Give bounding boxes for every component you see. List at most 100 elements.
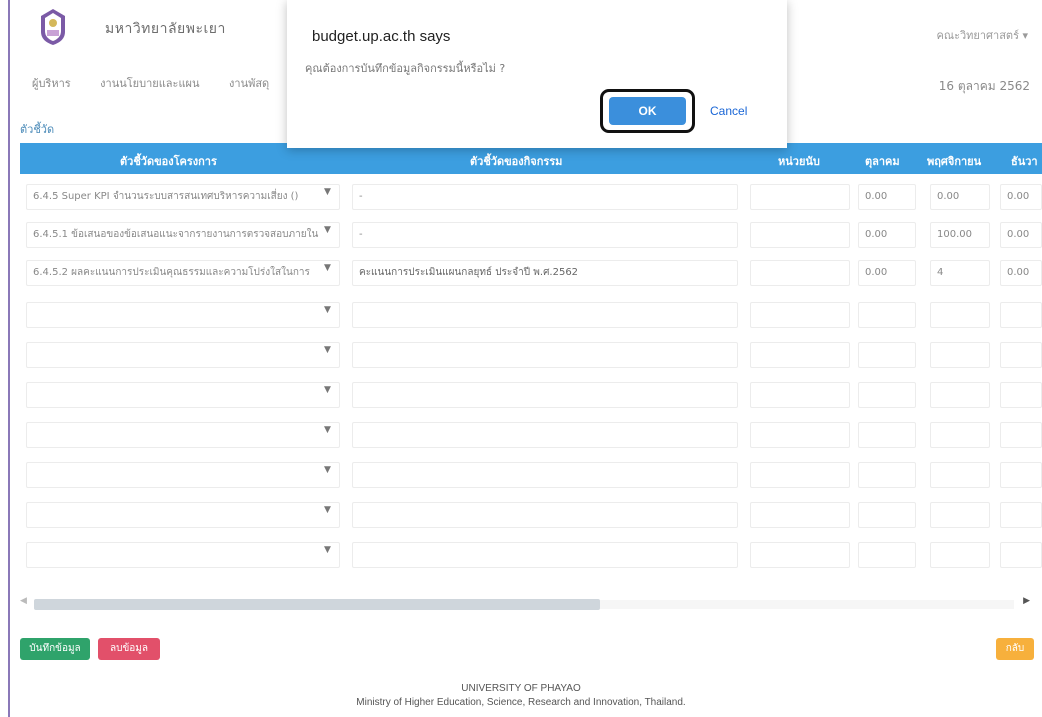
oct-field[interactable] bbox=[858, 422, 916, 448]
cancel-button[interactable]: Cancel bbox=[710, 104, 747, 118]
footer-ministry: Ministry of Higher Education, Science, R… bbox=[356, 697, 686, 708]
chevron-down-icon[interactable]: ▼ bbox=[324, 505, 331, 515]
chevron-down-icon[interactable]: ▼ bbox=[324, 425, 331, 435]
unit-field[interactable] bbox=[750, 542, 850, 568]
dialog-message: คุณต้องการบันทึกข้อมูลกิจกรรมนี้หรือไม่ … bbox=[305, 62, 506, 75]
project-indicator-select[interactable]: 6.4.5 Super KPI จำนวนระบบสารสนเทศบริหารค… bbox=[26, 184, 340, 210]
unit-field[interactable] bbox=[750, 260, 850, 286]
unit-field[interactable] bbox=[750, 382, 850, 408]
activity-indicator-field[interactable]: - bbox=[352, 184, 738, 210]
table-row: ▼ bbox=[20, 498, 1042, 536]
project-indicator-select[interactable] bbox=[26, 502, 340, 528]
horizontal-scrollbar[interactable]: ◀ ▶ bbox=[20, 596, 1030, 612]
chevron-down-icon[interactable]: ▼ bbox=[324, 385, 331, 395]
unit-field[interactable] bbox=[750, 422, 850, 448]
col-nov: พฤศจิกายน bbox=[927, 155, 982, 168]
dec-field[interactable] bbox=[1000, 342, 1042, 368]
oct-field[interactable]: 0.00 bbox=[858, 260, 916, 286]
project-indicator-select[interactable] bbox=[26, 302, 340, 328]
nov-field[interactable] bbox=[930, 302, 990, 328]
nov-field[interactable]: 100.00 bbox=[930, 222, 990, 248]
chevron-down-icon[interactable]: ▼ bbox=[324, 225, 331, 235]
delete-button[interactable]: ลบข้อมูล bbox=[98, 638, 160, 660]
nov-field[interactable] bbox=[930, 422, 990, 448]
dec-field[interactable]: 0.00 bbox=[1000, 184, 1042, 210]
faculty-dropdown[interactable]: คณะวิทยาศาสตร์ ▾ bbox=[937, 26, 1028, 44]
table-row: ▼ bbox=[20, 418, 1042, 456]
scroll-left-icon[interactable]: ◀ bbox=[20, 596, 27, 606]
activity-indicator-field[interactable] bbox=[352, 502, 738, 528]
activity-indicator-field[interactable]: คะแนนการประเมินแผนกลยุทธ์ ประจำปี พ.ศ.25… bbox=[352, 260, 738, 286]
chevron-down-icon[interactable]: ▼ bbox=[324, 305, 331, 315]
activity-indicator-field[interactable] bbox=[352, 382, 738, 408]
dec-field[interactable] bbox=[1000, 382, 1042, 408]
unit-field[interactable] bbox=[750, 502, 850, 528]
project-indicator-select[interactable]: 6.4.5.2 ผลคะแนนการประเมินคุณธรรมและความโ… bbox=[26, 260, 340, 286]
unit-field[interactable] bbox=[750, 184, 850, 210]
chevron-down-icon[interactable]: ▼ bbox=[324, 263, 331, 273]
col-dec: ธันวา bbox=[1011, 155, 1038, 168]
nov-field[interactable]: 4 bbox=[930, 260, 990, 286]
activity-indicator-field[interactable] bbox=[352, 302, 738, 328]
university-name: มหาวิทยาลัยพะเยา bbox=[105, 21, 226, 37]
project-indicator-select[interactable]: 6.4.5.1 ข้อเสนอของข้อเสนอแนะจากรายงานการ… bbox=[26, 222, 340, 248]
project-indicator-select[interactable] bbox=[26, 462, 340, 488]
activity-indicator-field[interactable] bbox=[352, 342, 738, 368]
dec-field[interactable] bbox=[1000, 302, 1042, 328]
nav-item-procurement[interactable]: งานพัสดุ bbox=[229, 77, 269, 90]
scroll-thumb[interactable] bbox=[34, 599, 600, 610]
oct-field[interactable] bbox=[858, 502, 916, 528]
dec-field[interactable] bbox=[1000, 502, 1042, 528]
oct-field[interactable] bbox=[858, 342, 916, 368]
table-row: ▼ bbox=[20, 298, 1042, 336]
unit-field[interactable] bbox=[750, 462, 850, 488]
nav-item-policy-planning[interactable]: งานนโยบายและแผน bbox=[100, 77, 199, 90]
oct-field[interactable]: 0.00 bbox=[858, 222, 916, 248]
project-indicator-select[interactable] bbox=[26, 382, 340, 408]
oct-field[interactable] bbox=[858, 302, 916, 328]
project-indicator-select[interactable] bbox=[26, 422, 340, 448]
project-indicator-select[interactable] bbox=[26, 542, 340, 568]
oct-field[interactable] bbox=[858, 542, 916, 568]
scroll-right-icon[interactable]: ▶ bbox=[1023, 596, 1030, 606]
nav-item-executive[interactable]: ผู้บริหาร bbox=[32, 77, 71, 90]
save-button[interactable]: บันทึกข้อมูล bbox=[20, 638, 90, 660]
activity-indicator-field[interactable] bbox=[352, 422, 738, 448]
chevron-down-icon[interactable]: ▼ bbox=[324, 465, 331, 475]
ok-button[interactable]: OK bbox=[600, 89, 695, 133]
unit-field[interactable] bbox=[750, 222, 850, 248]
dec-field[interactable] bbox=[1000, 422, 1042, 448]
left-border bbox=[8, 0, 10, 717]
table-row: 6.4.5 Super KPI จำนวนระบบสารสนเทศบริหารค… bbox=[20, 180, 1042, 218]
nov-field[interactable] bbox=[930, 542, 990, 568]
university-logo-icon[interactable] bbox=[38, 8, 68, 46]
oct-field[interactable] bbox=[858, 462, 916, 488]
footer-university: UNIVERSITY OF PHAYAO bbox=[461, 683, 581, 694]
unit-field[interactable] bbox=[750, 342, 850, 368]
table-row: ▼ bbox=[20, 458, 1042, 496]
dec-field[interactable] bbox=[1000, 462, 1042, 488]
activity-indicator-field[interactable] bbox=[352, 542, 738, 568]
project-indicator-select[interactable] bbox=[26, 342, 340, 368]
dec-field[interactable]: 0.00 bbox=[1000, 222, 1042, 248]
nov-field[interactable] bbox=[930, 502, 990, 528]
chevron-down-icon[interactable]: ▼ bbox=[324, 345, 331, 355]
ok-button-label[interactable]: OK bbox=[609, 97, 686, 125]
chevron-down-icon[interactable]: ▼ bbox=[324, 545, 331, 555]
nov-field[interactable] bbox=[930, 342, 990, 368]
current-date: 16 ตุลาคม 2562 bbox=[938, 79, 1030, 93]
nov-field[interactable] bbox=[930, 462, 990, 488]
nov-field[interactable] bbox=[930, 382, 990, 408]
activity-indicator-field[interactable] bbox=[352, 462, 738, 488]
col-activity-indicator: ตัวชี้วัดของกิจกรรม bbox=[470, 155, 563, 168]
dec-field[interactable] bbox=[1000, 542, 1042, 568]
oct-field[interactable] bbox=[858, 382, 916, 408]
back-button[interactable]: กลับ bbox=[996, 638, 1034, 660]
col-oct: ตุลาคม bbox=[865, 155, 900, 168]
chevron-down-icon[interactable]: ▼ bbox=[324, 187, 331, 197]
activity-indicator-field[interactable]: - bbox=[352, 222, 738, 248]
nov-field[interactable]: 0.00 bbox=[930, 184, 990, 210]
oct-field[interactable]: 0.00 bbox=[858, 184, 916, 210]
dec-field[interactable]: 0.00 bbox=[1000, 260, 1042, 286]
unit-field[interactable] bbox=[750, 302, 850, 328]
